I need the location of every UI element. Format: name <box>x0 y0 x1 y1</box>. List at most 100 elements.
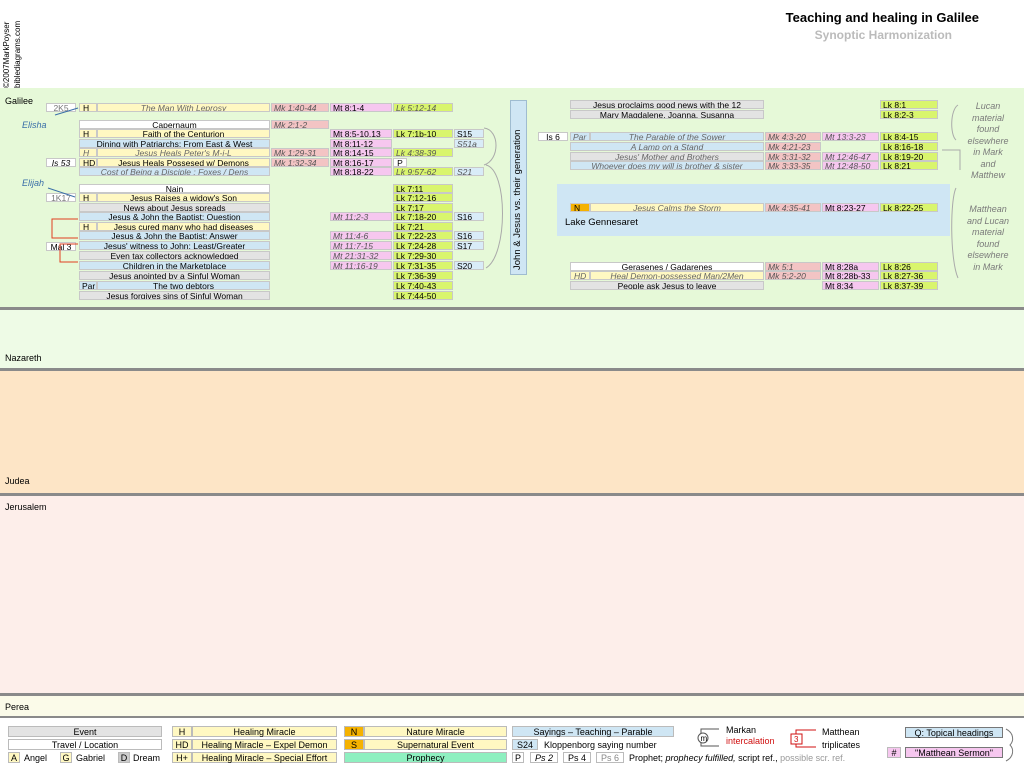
lk-ref[interactable]: Lk 7:24-28 <box>393 241 453 250</box>
mt-ref[interactable]: Mt 8:18-22 <box>330 167 392 176</box>
mk-ref[interactable]: Mk 4:35-41 <box>765 203 821 212</box>
lk-ref[interactable]: Lk 4:38-39 <box>393 148 453 157</box>
s-ref[interactable]: S16 <box>454 231 484 240</box>
mt-ref[interactable]: Mt 8:1-4 <box>330 103 392 112</box>
event-label[interactable]: News about Jesus spreads <box>79 203 270 212</box>
lk-ref[interactable]: Lk 7:1b-10 <box>393 129 453 138</box>
lk-ref[interactable]: Lk 8:19-20 <box>880 152 938 161</box>
lk-ref[interactable]: Lk 7:31-35 <box>393 261 453 270</box>
legend-healing-demon: Healing Miracle – Expel Demon <box>192 739 337 750</box>
mk-ref[interactable]: Mk 4:21-23 <box>765 142 821 151</box>
event-label[interactable]: Heal Demon-possessed Man/2Men <box>590 271 764 280</box>
event-label[interactable]: Jesus' witness to John: Least/Greater <box>79 241 270 250</box>
lk-ref[interactable]: Lk 7:22-23 <box>393 231 453 240</box>
mt-ref[interactable]: Mt 13:3-23 <box>822 132 879 141</box>
lk-ref[interactable]: Lk 8:37-39 <box>880 281 938 290</box>
legend-prophet: Prophet; prophecy fulfilled, script ref.… <box>629 753 845 763</box>
s-ref[interactable]: S21 <box>454 167 484 176</box>
mt-ref[interactable]: Mt 11:7-15 <box>330 241 392 250</box>
mt-ref[interactable]: Mt 11:2-3 <box>330 212 392 221</box>
s-ref[interactable]: S15 <box>454 129 484 138</box>
lk-ref[interactable]: Lk 8:26 <box>880 262 938 271</box>
event-label[interactable]: A Lamp on a Stand <box>570 142 764 151</box>
lk-ref[interactable]: Lk 9:57-62 <box>393 167 453 176</box>
legend-nature: Nature Miracle <box>364 726 507 737</box>
lk-ref[interactable]: Lk 7:11 <box>393 184 453 193</box>
event-label[interactable]: Cost of Being a Disciple : Foxes / Dens <box>79 167 270 176</box>
lk-ref[interactable]: Lk 8:22-25 <box>880 203 938 212</box>
legend-triplicates: triplicates <box>822 740 861 750</box>
event-label[interactable]: Faith of the Centurion <box>97 129 270 138</box>
mt-ref[interactable]: Mt 11:4-6 <box>330 231 392 240</box>
p-ref[interactable]: P <box>393 158 407 167</box>
lk-ref[interactable]: Lk 8:27-36 <box>880 271 938 280</box>
mt-ref[interactable]: Mt 8:11-12 <box>330 139 392 148</box>
mk-ref[interactable]: Mk 2:1-2 <box>271 120 329 129</box>
s-ref[interactable]: S51a <box>454 139 484 148</box>
lk-ref[interactable]: Lk 5:12-14 <box>393 103 453 112</box>
event-label[interactable]: Jesus & John the Baptist: Answer <box>79 231 270 240</box>
mk-ref[interactable]: Mk 1:40-44 <box>271 103 329 112</box>
mk-ref[interactable]: Mk 1:32-34 <box>271 158 329 167</box>
mt-ref[interactable]: Mt 21:31-32 <box>330 251 392 260</box>
event-label[interactable]: Jesus Calms the Storm <box>590 203 764 212</box>
s-ref[interactable]: S17 <box>454 241 484 250</box>
lk-ref[interactable]: Lk 7:40-43 <box>393 281 453 290</box>
lk-ref[interactable]: Lk 8:1 <box>880 100 938 109</box>
mt-ref[interactable]: Mt 8:23-27 <box>822 203 879 212</box>
event-label[interactable]: Children in the Marketplace <box>79 261 270 270</box>
mt-ref[interactable]: Mt 8:34 <box>822 281 879 290</box>
mt-ref[interactable]: Mt 12:48-50 <box>822 161 879 170</box>
lk-ref[interactable]: Lk 7:36-39 <box>393 271 453 280</box>
side-note-line: Matthean <box>969 204 1007 214</box>
event-label[interactable]: Jesus cured many who had diseases <box>97 222 270 231</box>
event-label[interactable]: Jesus Heals Possesed w/ Demons <box>97 158 270 167</box>
lk-ref[interactable]: Lk 7:12-16 <box>393 193 453 202</box>
event-label[interactable]: People ask Jesus to leave <box>570 281 764 290</box>
lk-ref[interactable]: Lk 7:17 <box>393 203 453 212</box>
event-label[interactable]: Dining with Patriarchs; From East & West <box>79 139 270 148</box>
event-label[interactable]: Jesus & John the Baptist: Question <box>79 212 270 221</box>
s-ref[interactable]: S16 <box>454 212 484 221</box>
event-label[interactable]: Nain <box>79 184 270 193</box>
lk-ref[interactable]: Lk 8:21 <box>880 161 938 170</box>
event-label[interactable]: The Man With Leprosy <box>97 103 270 112</box>
lk-ref[interactable]: Lk 7:29-30 <box>393 251 453 260</box>
event-label[interactable]: Jesus Raises a widow's Son <box>97 193 270 202</box>
event-label[interactable]: Jesus' Mother and Brothers <box>570 152 764 161</box>
lk-ref[interactable]: Lk 8:4-15 <box>880 132 938 141</box>
lk-ref[interactable]: Lk 8:16-18 <box>880 142 938 151</box>
mk-ref[interactable]: Mk 5:1 <box>765 262 821 271</box>
mt-ref[interactable]: Mt 8:14-15 <box>330 148 392 157</box>
event-label[interactable]: The Parable of the Sower <box>590 132 764 141</box>
event-label[interactable]: Jesus Heals Peter's M-i-L <box>97 148 270 157</box>
event-label[interactable]: Jesus proclaims good news with the 12 <box>570 100 764 109</box>
lk-ref[interactable]: Lk 7:21 <box>393 222 453 231</box>
mt-ref[interactable]: Mt 11:16-19 <box>330 261 392 270</box>
lk-ref[interactable]: Lk 7:44-50 <box>393 291 453 300</box>
lk-ref[interactable]: Lk 8:2-3 <box>880 110 938 119</box>
event-label[interactable]: Jesus forgives sins of Sinful Woman <box>79 291 270 300</box>
mk-ref[interactable]: Mk 3:33-35 <box>765 161 821 170</box>
mt-ref[interactable]: Mt 8:28a <box>822 262 879 271</box>
s-ref[interactable]: S20 <box>454 261 484 270</box>
event-label[interactable]: The two debtors <box>97 281 270 290</box>
legend-healing-special: Healing Miracle – Special Effort <box>192 752 337 763</box>
mt-ref[interactable]: Mt 8:16-17 <box>330 158 392 167</box>
mt-ref[interactable]: Mt 8:28b-33 <box>822 271 879 280</box>
event-label[interactable]: Whoever does my will is brother & sister <box>570 161 764 170</box>
mk-ref[interactable]: Mk 1:29-31 <box>271 148 329 157</box>
event-label[interactable]: Capernaum <box>79 120 270 129</box>
side-note-lucan: Lucan material found elsewhere in Mark a… <box>958 101 1018 182</box>
mk-ref[interactable]: Mk 5:2-20 <box>765 271 821 280</box>
mk-ref[interactable]: Mk 4:3-20 <box>765 132 821 141</box>
event-tag: Par <box>570 132 590 141</box>
mt-ref[interactable]: Mt 12:46-47 <box>822 152 879 161</box>
mk-ref[interactable]: Mk 3:31-32 <box>765 152 821 161</box>
event-label[interactable]: Gerasenes / Gadarenes <box>570 262 764 271</box>
mt-ref[interactable]: Mt 8:5-10,13 <box>330 129 392 138</box>
event-label[interactable]: Even tax collectors acknowledged <box>79 251 270 260</box>
event-label[interactable]: Mary Magdalene, Joanna, Susanna <box>570 110 764 119</box>
lk-ref[interactable]: Lk 7:18-20 <box>393 212 453 221</box>
event-label[interactable]: Jesus anointed by a Sinful Woman <box>79 271 270 280</box>
